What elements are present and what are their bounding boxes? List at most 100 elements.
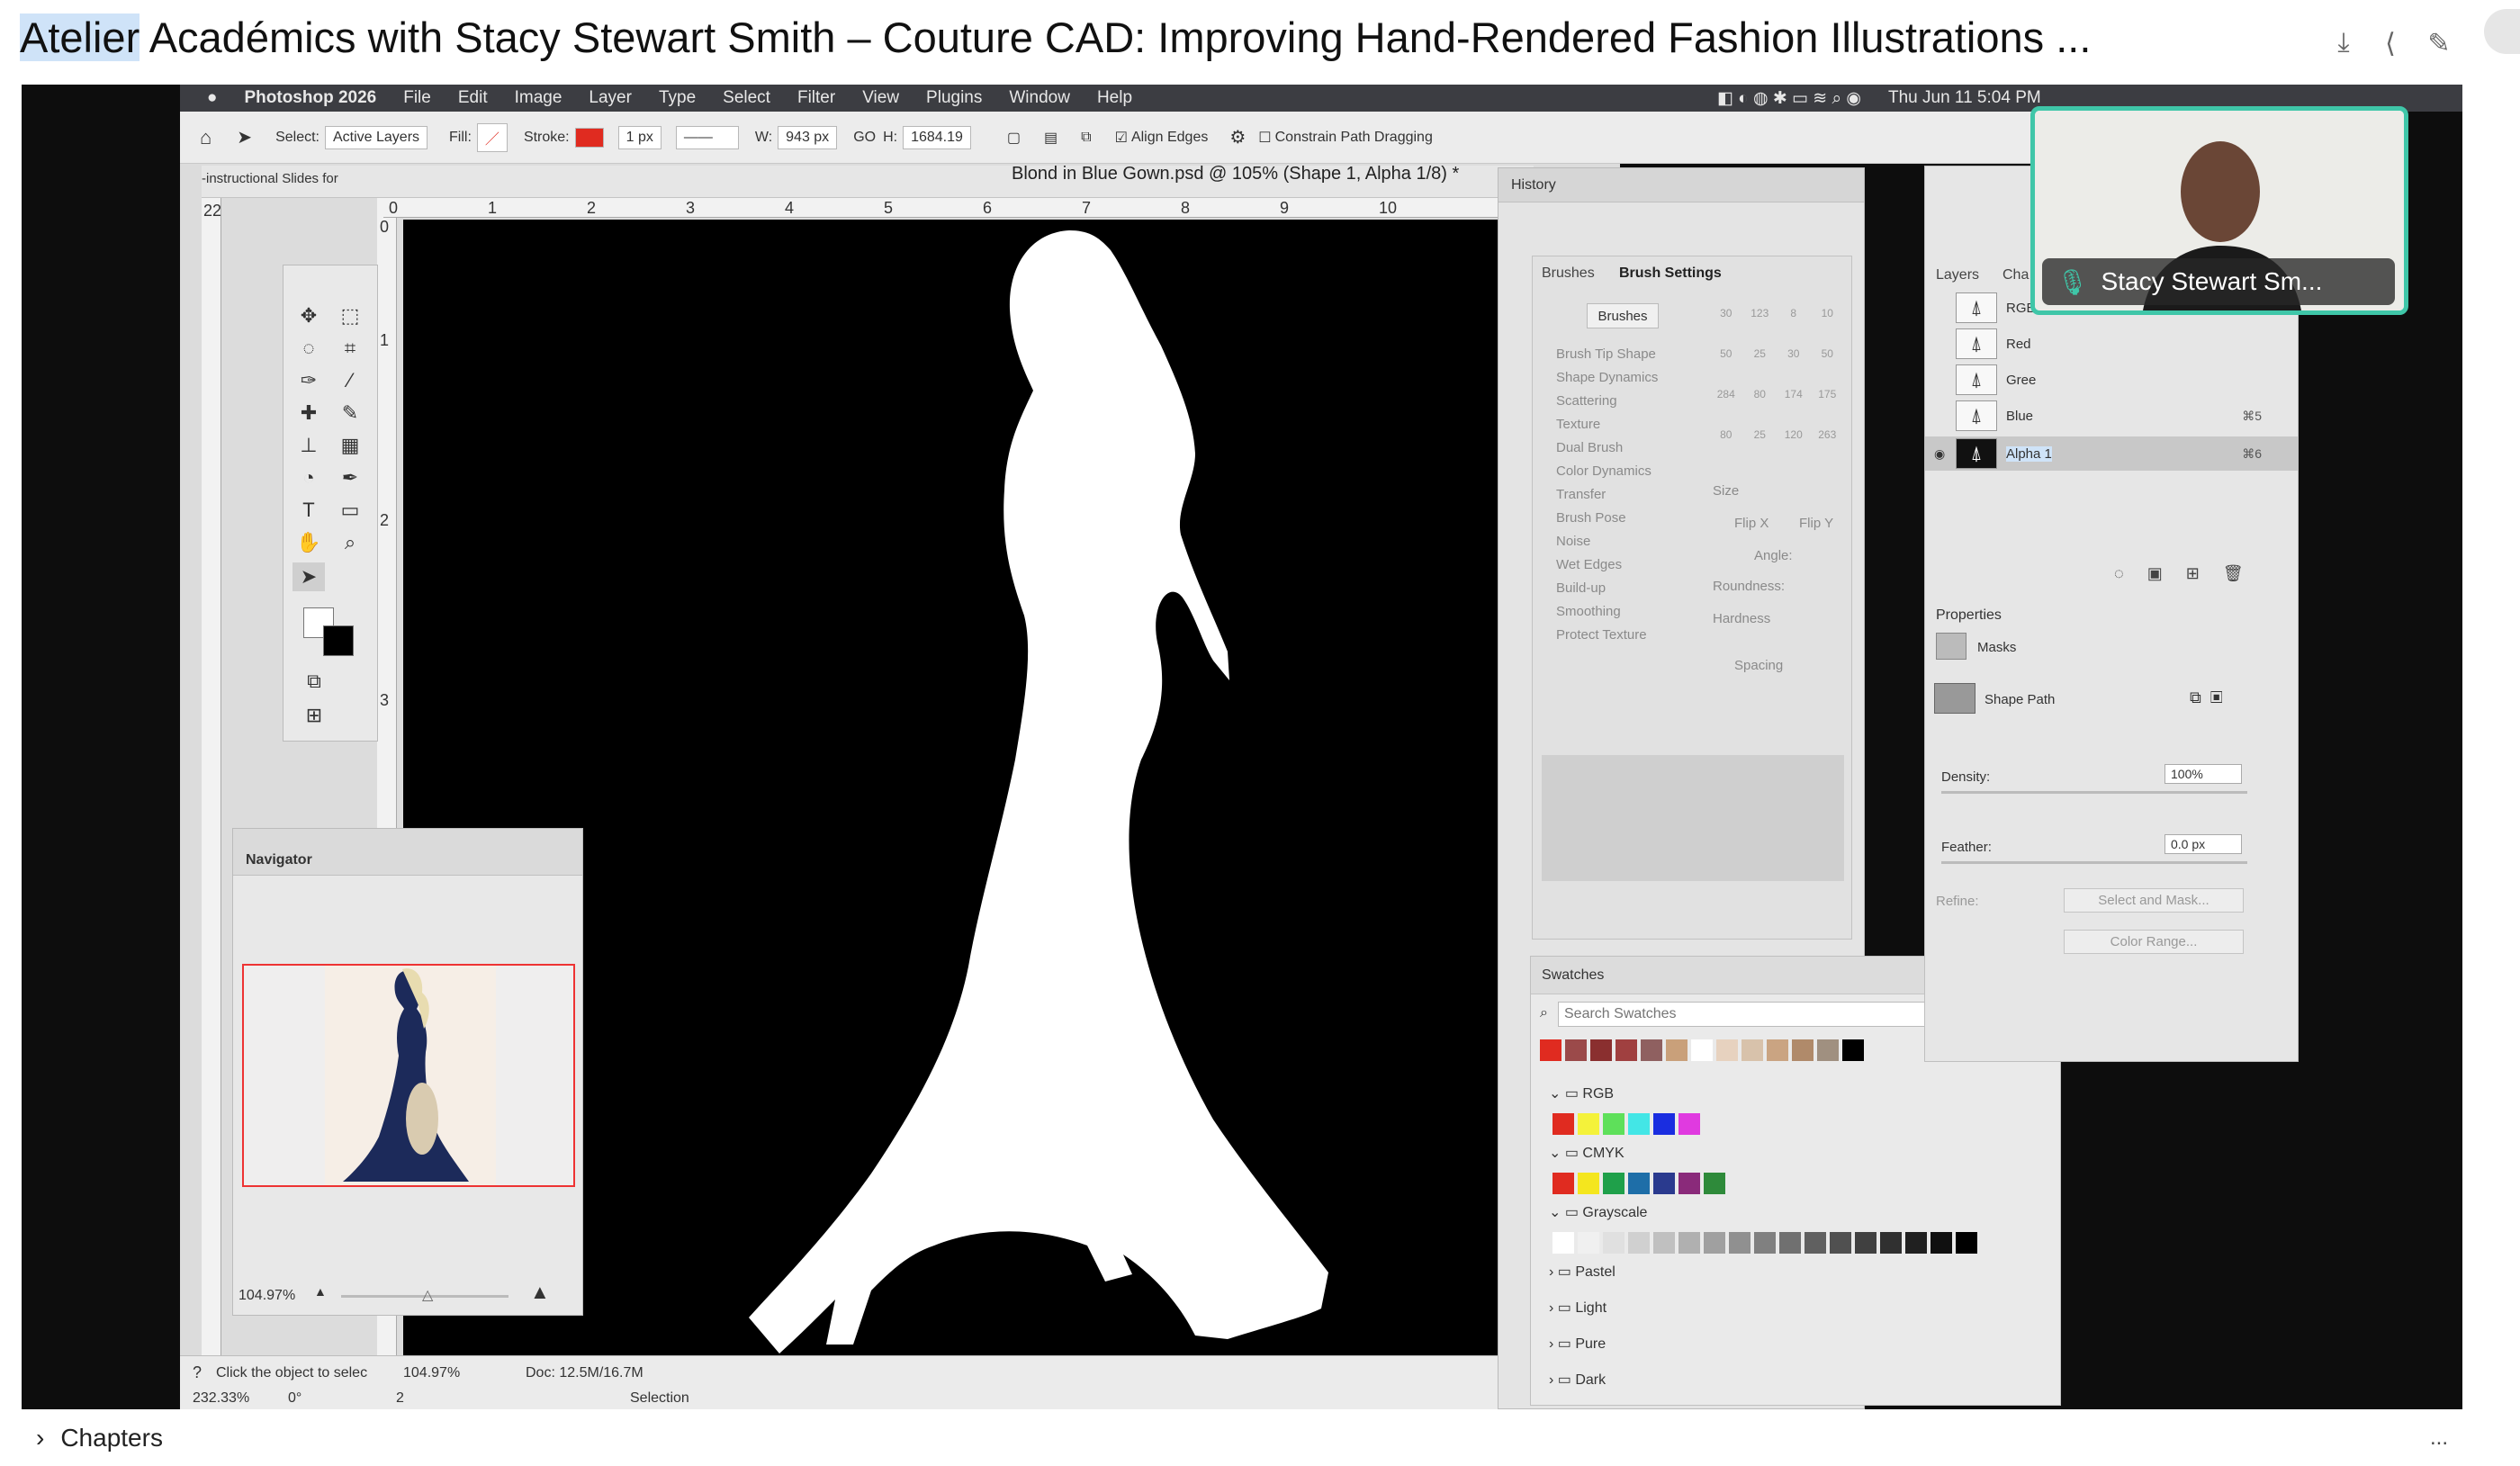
path-ops-icon[interactable]: ▢ xyxy=(1007,129,1021,147)
tip-size[interactable]: 50 xyxy=(1811,347,1845,388)
wet-edges[interactable]: Wet Edges xyxy=(1556,557,1622,572)
swatch[interactable] xyxy=(1704,1232,1725,1254)
swatch[interactable] xyxy=(1590,1039,1612,1061)
noise[interactable]: Noise xyxy=(1556,534,1590,549)
select-dropdown[interactable]: Active Layers xyxy=(324,125,428,149)
stroke-swatch[interactable] xyxy=(574,127,604,148)
menu-file[interactable]: File xyxy=(403,88,431,108)
tab-brushes[interactable]: Brushes xyxy=(1542,265,1595,282)
channel-alpha-1[interactable]: ◉ ⍋ Alpha 1 ⌘6 xyxy=(1925,436,2298,471)
swatch[interactable] xyxy=(1552,1173,1574,1194)
texture[interactable]: Texture xyxy=(1556,417,1600,432)
smoothing[interactable]: Smoothing xyxy=(1556,604,1621,619)
path-select-icon[interactable]: ➤ xyxy=(237,126,252,148)
swatch[interactable] xyxy=(1880,1232,1902,1254)
tab-channels[interactable]: Cha xyxy=(2002,267,2029,283)
swatch[interactable] xyxy=(1578,1232,1599,1254)
gear-icon[interactable]: ⚙ xyxy=(1229,126,1246,148)
color-range-button[interactable]: Color Range... xyxy=(2064,930,2244,954)
background-color[interactable] xyxy=(323,625,354,656)
eyedropper-icon[interactable]: ⁄ xyxy=(334,366,366,395)
swatch-group-dark[interactable]: › ▭ Dark xyxy=(1549,1371,1606,1389)
build-up[interactable]: Build-up xyxy=(1556,580,1606,596)
edit-pencil-icon[interactable]: ✎ xyxy=(2421,25,2457,61)
swatch[interactable] xyxy=(1842,1039,1864,1061)
recent-swatches[interactable] xyxy=(1540,1039,1868,1061)
lasso-tool-icon[interactable]: ◌ xyxy=(292,334,325,363)
w-field[interactable]: 943 px xyxy=(778,125,838,149)
brush-tip-shape[interactable]: Brush Tip Shape xyxy=(1556,346,1656,362)
apple-icon[interactable]: ● xyxy=(207,88,217,108)
swatch[interactable] xyxy=(1678,1232,1700,1254)
quick-select-icon[interactable]: ✑ xyxy=(292,366,325,395)
swatch[interactable] xyxy=(1905,1232,1927,1254)
more-options[interactable]: ... xyxy=(2430,1426,2448,1451)
video-player[interactable]: ● Photoshop 2026 File Edit Image Layer T… xyxy=(22,85,2462,1409)
menu-edit[interactable]: Edit xyxy=(458,88,488,108)
gradient-tool-icon[interactable]: ▦ xyxy=(334,431,366,460)
swatch[interactable] xyxy=(1691,1039,1713,1061)
move-tool-icon[interactable]: ✥ xyxy=(292,301,325,330)
path-arrange-icon[interactable]: ⧉ xyxy=(1081,130,1091,146)
home-icon[interactable]: ⌂ xyxy=(200,126,212,149)
zoom-slider-thumb[interactable]: △ xyxy=(422,1286,433,1304)
swatch-group-light[interactable]: › ▭ Light xyxy=(1549,1299,1606,1317)
brush-pose[interactable]: Brush Pose xyxy=(1556,510,1626,526)
tip-size[interactable]: 30 xyxy=(1709,307,1743,347)
tip-size[interactable]: 50 xyxy=(1709,347,1743,388)
swatch-group-pastel[interactable]: › ▭ Pastel xyxy=(1549,1263,1616,1281)
menu-image[interactable]: Image xyxy=(515,88,562,108)
tip-size[interactable]: 80 xyxy=(1743,388,1778,428)
dual-brush[interactable]: Dual Brush xyxy=(1556,440,1623,455)
hand-tool-icon[interactable]: ✋ xyxy=(292,528,325,557)
tip-size[interactable]: 174 xyxy=(1777,388,1811,428)
brush-tip-grid[interactable]: 30 123 8 10 50 25 30 50 284 80 174 175 8… xyxy=(1709,307,1844,469)
navigator-thumbnail[interactable] xyxy=(242,964,575,1187)
cmyk-swatches[interactable] xyxy=(1552,1173,1729,1194)
tip-size[interactable]: 120 xyxy=(1777,428,1811,469)
density-field[interactable]: 100% xyxy=(2164,764,2242,784)
feather-slider[interactable] xyxy=(1941,861,2247,864)
swatch[interactable] xyxy=(1653,1173,1675,1194)
path-selection-tool-icon[interactable]: ➤ xyxy=(292,562,325,591)
tip-size[interactable]: 8 xyxy=(1777,307,1811,347)
page-number[interactable]: 2 xyxy=(396,1390,404,1407)
eye-icon[interactable]: ◉ xyxy=(1934,446,1945,462)
brush-tool-icon[interactable]: ✎ xyxy=(334,399,366,427)
swatch[interactable] xyxy=(1704,1173,1725,1194)
density-slider[interactable] xyxy=(1941,791,2247,794)
menu-help[interactable]: Help xyxy=(1097,88,1132,108)
quick-mask-icon[interactable]: ⧉ xyxy=(298,667,330,696)
swatch[interactable] xyxy=(1616,1039,1637,1061)
menu-plugins[interactable]: Plugins xyxy=(926,88,982,108)
tip-size[interactable]: 284 xyxy=(1709,388,1743,428)
constrain-checkbox[interactable]: ☐ xyxy=(1258,129,1271,147)
tip-size[interactable]: 175 xyxy=(1811,388,1845,428)
align-edges-checkbox[interactable]: ☑ xyxy=(1115,129,1128,147)
path-align-icon[interactable]: ▤ xyxy=(1044,129,1058,147)
mask-mode-icons[interactable]: ⧉▣ xyxy=(2190,688,2232,707)
outer-zoom[interactable]: 232.33% xyxy=(193,1390,249,1407)
pen-tool-icon[interactable]: ✒ xyxy=(334,463,366,492)
swatch[interactable] xyxy=(1729,1232,1750,1254)
zoom-out-icon[interactable]: ▲ xyxy=(314,1284,327,1299)
healing-brush-icon[interactable]: ✚ xyxy=(292,399,325,427)
tip-size[interactable]: 123 xyxy=(1743,307,1778,347)
swatch-group-grayscale[interactable]: ⌄ ▭ Grayscale xyxy=(1549,1203,1647,1221)
scattering[interactable]: Scattering xyxy=(1556,393,1617,409)
swatch[interactable] xyxy=(1653,1232,1675,1254)
zoom-tool-icon[interactable]: ⌕ xyxy=(334,528,366,557)
chapters-toggle[interactable]: › Chapters xyxy=(36,1424,163,1453)
h-field[interactable]: 1684.19 xyxy=(903,125,971,149)
swatch[interactable] xyxy=(1540,1039,1562,1061)
rotation-angle[interactable]: 0° xyxy=(288,1390,302,1407)
tip-size[interactable]: 25 xyxy=(1743,428,1778,469)
swatch[interactable] xyxy=(1552,1113,1574,1135)
swatch[interactable] xyxy=(1578,1173,1599,1194)
stamp-tool-icon[interactable]: ⊥ xyxy=(292,431,325,460)
history-title[interactable]: History xyxy=(1498,168,1864,202)
shape-tool-icon[interactable]: ▭ xyxy=(334,496,366,525)
swatch-group-rgb[interactable]: ⌄ ▭ RGB xyxy=(1549,1084,1614,1102)
menu-layer[interactable]: Layer xyxy=(589,88,632,108)
swatch-group-pure[interactable]: › ▭ Pure xyxy=(1549,1335,1606,1353)
